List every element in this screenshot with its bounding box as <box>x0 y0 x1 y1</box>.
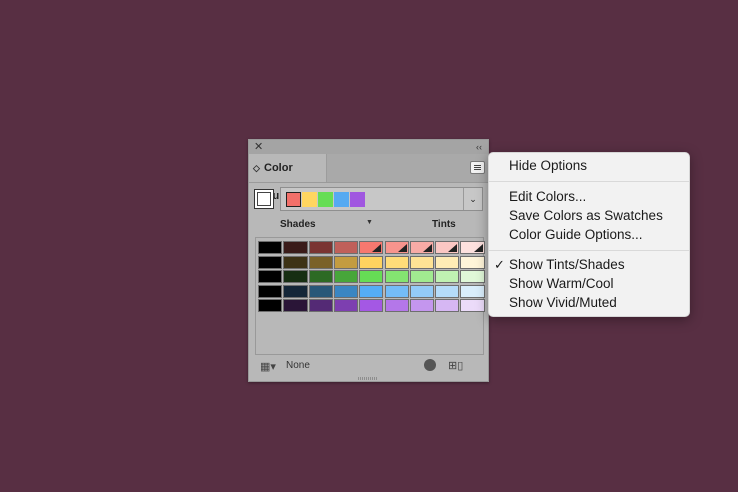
color-variation-cell[interactable] <box>460 299 485 312</box>
harmony-rules-selector[interactable]: ⌄ <box>280 187 483 211</box>
menu-item-hide-options[interactable]: Hide Options <box>509 157 587 175</box>
color-variation-cell[interactable] <box>333 270 359 283</box>
harmony-color-swatch[interactable] <box>286 192 301 207</box>
close-icon[interactable]: ✕ <box>254 140 263 154</box>
color-variation-cell[interactable] <box>460 241 485 254</box>
color-variation-cell[interactable] <box>283 255 308 269</box>
panel-tabbar: ◇ Color Guide <box>249 154 488 202</box>
color-variation-cell[interactable] <box>409 255 435 269</box>
color-variation-cell[interactable] <box>460 255 485 269</box>
menu-item-show-vivid-muted[interactable]: Show Vivid/Muted <box>509 294 617 312</box>
color-variation-cell[interactable] <box>359 255 384 269</box>
panel-titlebar[interactable]: ✕ ‹‹ <box>249 140 488 155</box>
color-variation-cell[interactable] <box>359 241 384 254</box>
color-variation-cell[interactable] <box>359 270 384 283</box>
collapse-icon[interactable]: ‹‹ <box>476 140 482 154</box>
tab-arrows-icon: ◇ <box>253 163 260 173</box>
menu-divider <box>489 181 689 182</box>
color-variation-cell[interactable] <box>258 284 283 298</box>
variation-dropdown-icon[interactable]: ▼ <box>366 219 373 226</box>
color-variation-cell[interactable] <box>435 299 460 312</box>
menu-item-show-tints-shades[interactable]: Show Tints/Shades <box>509 256 625 274</box>
hamburger-icon <box>474 169 481 170</box>
menu-item-save-swatches[interactable]: Save Colors as Swatches <box>509 207 663 225</box>
check-icon: ✓ <box>494 257 505 272</box>
base-color-swatch[interactable] <box>254 189 274 209</box>
color-variation-cell[interactable] <box>359 299 384 312</box>
color-variation-cell[interactable] <box>333 255 359 269</box>
save-to-swatches-icon[interactable]: ⊞▯ <box>448 359 463 372</box>
color-variation-cell[interactable] <box>308 270 333 283</box>
color-variation-cell[interactable] <box>409 270 435 283</box>
panel-flyout-menu: Hide Options Edit Colors... Save Colors … <box>488 152 690 317</box>
swatch-library-icon[interactable]: ▦▾ <box>260 360 276 373</box>
color-variation-cell[interactable] <box>409 241 435 254</box>
color-variation-cell[interactable] <box>258 241 283 254</box>
color-variation-cell[interactable] <box>283 241 308 254</box>
out-of-gamut-icon <box>473 244 483 252</box>
color-variation-cell[interactable] <box>384 270 409 283</box>
color-variation-cell[interactable] <box>460 270 485 283</box>
out-of-gamut-icon <box>397 244 407 252</box>
color-group-label: None <box>286 360 310 371</box>
out-of-gamut-icon <box>372 244 382 252</box>
tints-label: Tints <box>432 219 456 230</box>
menu-item-guide-options[interactable]: Color Guide Options... <box>509 226 643 244</box>
color-variation-cell[interactable] <box>308 241 333 254</box>
color-variation-cell[interactable] <box>283 270 308 283</box>
color-variation-cell[interactable] <box>435 284 460 298</box>
color-guide-panel: ✕ ‹‹ ◇ Color Guide ⌄ Shades ▼ Tints ▦▾ N… <box>248 139 489 382</box>
shades-label: Shades <box>280 219 316 230</box>
color-variation-cell[interactable] <box>308 299 333 312</box>
color-variation-cell[interactable] <box>460 284 485 298</box>
color-variation-cell[interactable] <box>258 299 283 312</box>
harmony-color-swatch[interactable] <box>334 192 349 207</box>
color-variation-cell[interactable] <box>435 270 460 283</box>
color-variation-cell[interactable] <box>435 241 460 254</box>
harmony-color-swatch[interactable] <box>350 192 365 207</box>
out-of-gamut-icon <box>448 244 458 252</box>
color-variation-cell[interactable] <box>283 284 308 298</box>
color-variation-cell[interactable] <box>359 284 384 298</box>
color-variation-cell[interactable] <box>409 299 435 312</box>
panel-menu-button[interactable] <box>470 161 485 174</box>
tab-color-guide[interactable]: ◇ Color Guide <box>249 154 327 202</box>
color-variation-cell[interactable] <box>384 299 409 312</box>
color-wheel-icon[interactable] <box>424 359 436 371</box>
color-variation-cell[interactable] <box>333 241 359 254</box>
color-variation-cell[interactable] <box>435 255 460 269</box>
chevron-down-icon[interactable]: ⌄ <box>463 188 482 210</box>
color-variation-cell[interactable] <box>333 299 359 312</box>
harmony-color-swatch[interactable] <box>318 192 333 207</box>
harmony-color-swatch[interactable] <box>302 192 317 207</box>
color-variation-cell[interactable] <box>384 241 409 254</box>
color-variation-cell[interactable] <box>258 270 283 283</box>
menu-item-edit-colors[interactable]: Edit Colors... <box>509 188 586 206</box>
color-variation-grid <box>255 237 485 355</box>
resize-grip[interactable] <box>358 377 378 380</box>
color-variation-cell[interactable] <box>384 255 409 269</box>
menu-divider <box>489 250 689 251</box>
menu-item-show-warm-cool[interactable]: Show Warm/Cool <box>509 275 614 293</box>
color-variation-cell[interactable] <box>409 284 435 298</box>
color-variation-cell[interactable] <box>308 255 333 269</box>
hamburger-icon <box>474 165 481 166</box>
color-variation-cell[interactable] <box>258 255 283 269</box>
color-variation-cell[interactable] <box>384 284 409 298</box>
base-color-row: ⌄ <box>254 187 484 211</box>
color-variation-cell[interactable] <box>308 284 333 298</box>
variation-headers: Shades ▼ Tints <box>249 216 488 232</box>
color-variation-cell[interactable] <box>333 284 359 298</box>
out-of-gamut-icon <box>423 244 433 252</box>
hamburger-icon <box>474 167 481 168</box>
panel-footer: ▦▾ None ⊞▯ <box>249 357 488 377</box>
color-variation-cell[interactable] <box>283 299 308 312</box>
